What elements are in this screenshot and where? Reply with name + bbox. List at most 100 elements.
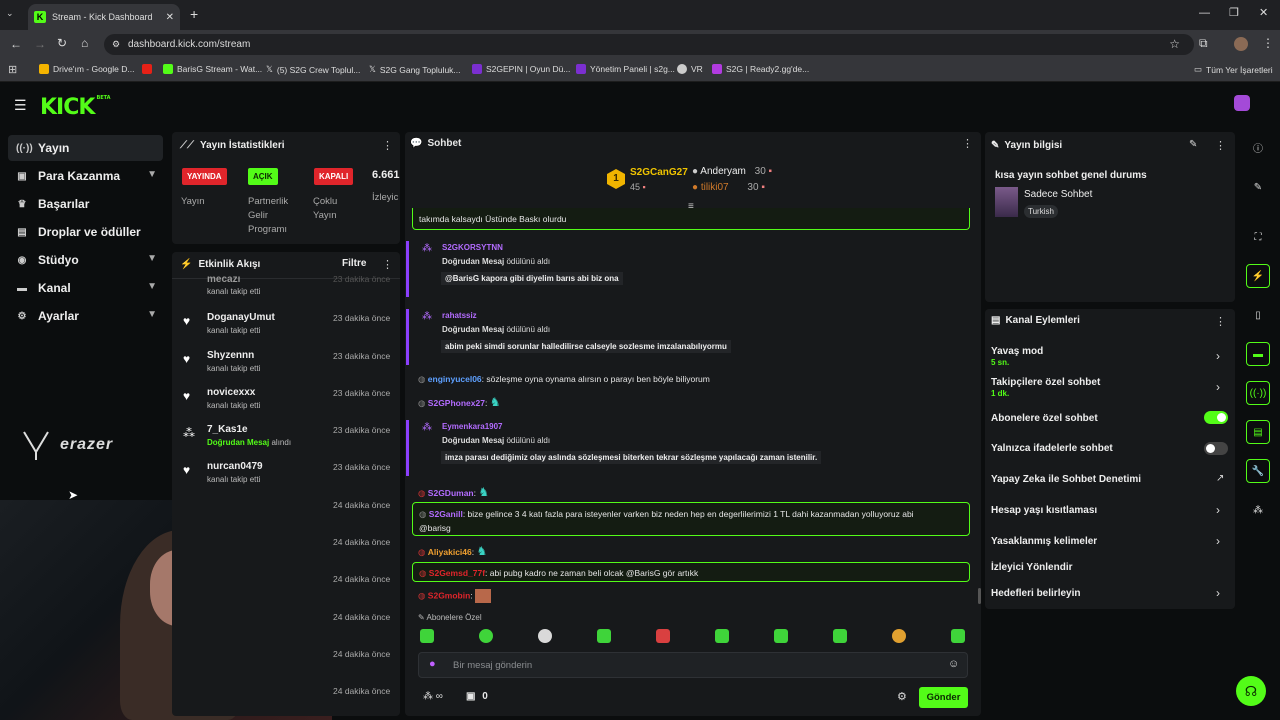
support-button[interactable]: ☊ bbox=[1236, 676, 1266, 706]
info-icon[interactable]: ⓘ bbox=[1246, 135, 1270, 159]
event-user[interactable]: nurcan0479 bbox=[207, 461, 263, 472]
event-user[interactable]: 7_Kas1e bbox=[207, 424, 248, 435]
sidebar-item-basarilar[interactable]: ♛ Başarılar bbox=[8, 191, 163, 217]
bookmark-item[interactable]: S2GEPIN | Oyun Dü... bbox=[472, 64, 570, 74]
action-followers-only[interactable]: Takipçilere özel sohbet 1 dk. bbox=[991, 377, 1100, 398]
emote-icon[interactable] bbox=[951, 629, 965, 643]
event-user[interactable]: novicexxx bbox=[207, 387, 255, 398]
bookmark-item[interactable]: 𝕏 (5) S2G Crew Toplul... bbox=[266, 64, 360, 75]
back-icon[interactable]: ← bbox=[10, 37, 22, 51]
maximize-icon[interactable]: ❐ bbox=[1229, 6, 1239, 19]
chat-rail-icon[interactable]: ▬ bbox=[1246, 342, 1270, 366]
emote-icon[interactable] bbox=[479, 629, 493, 643]
emote-icon[interactable] bbox=[420, 629, 434, 643]
emote-icon[interactable] bbox=[715, 629, 729, 643]
user-avatar[interactable] bbox=[1234, 95, 1250, 111]
reward-user[interactable]: Eymenkara1907 bbox=[442, 422, 503, 431]
reload-icon[interactable]: ↻ bbox=[57, 36, 67, 50]
bookmark-star-icon[interactable]: ☆ bbox=[1169, 34, 1180, 55]
wrench-icon[interactable]: 🔧 bbox=[1246, 459, 1270, 483]
emote-icon[interactable] bbox=[597, 629, 611, 643]
forward-icon[interactable]: → bbox=[34, 37, 46, 51]
chat-user[interactable]: S2Gmobin bbox=[428, 590, 471, 600]
chat-menu-icon[interactable]: ⋮ bbox=[962, 137, 973, 150]
document-icon[interactable]: ▯ bbox=[1246, 303, 1270, 327]
sidebar-item-droplar[interactable]: ▤ Droplar ve ödüller bbox=[8, 219, 163, 245]
emote-icon[interactable] bbox=[833, 629, 847, 643]
pencil-icon[interactable]: ✎ bbox=[1246, 175, 1270, 199]
lightning-icon[interactable]: ⚡ bbox=[1246, 264, 1270, 288]
action-goals[interactable]: Hedefleri belirleyin bbox=[991, 588, 1080, 599]
chat-user[interactable]: S2GDuman bbox=[428, 488, 474, 498]
channel-actions-menu-icon[interactable]: ⋮ bbox=[1215, 315, 1226, 328]
fullscreen-icon[interactable]: ⛶ bbox=[1246, 225, 1270, 249]
extensions-icon[interactable]: ⧉ bbox=[1199, 36, 1208, 51]
mic-icon[interactable]: ● bbox=[429, 658, 436, 670]
browser-tab[interactable]: K Stream - Kick Dashboard ✕ bbox=[28, 4, 180, 30]
stats-rail-icon[interactable]: ▤ bbox=[1246, 420, 1270, 444]
action-ai-moderation[interactable]: Yapay Zeka ile Sohbet Denetimi bbox=[991, 474, 1141, 485]
hamburger-menu-icon[interactable]: ☰ bbox=[14, 97, 27, 114]
chevron-right-icon[interactable]: › bbox=[1216, 349, 1220, 363]
sidebar-item-yayin[interactable]: ((·)) Yayın bbox=[8, 135, 163, 161]
activity-menu-icon[interactable]: ⋮ bbox=[382, 258, 393, 271]
reward-user[interactable]: S2GKORSYTNN bbox=[442, 243, 503, 252]
profile-avatar[interactable] bbox=[1234, 37, 1248, 51]
chevron-right-icon[interactable]: › bbox=[1216, 534, 1220, 548]
bookmark-item[interactable]: VR bbox=[677, 64, 703, 74]
minimize-icon[interactable]: — bbox=[1199, 7, 1210, 19]
top-gifter-3[interactable]: ● tiliki07 30 ▪ bbox=[692, 182, 765, 193]
event-user[interactable]: Shyzennn bbox=[207, 350, 254, 361]
emote-icon[interactable] bbox=[656, 629, 670, 643]
emote-icon[interactable] bbox=[892, 629, 906, 643]
browser-menu-icon[interactable]: ⋮ bbox=[1262, 36, 1274, 50]
rewards-rail-icon[interactable]: ⁂ bbox=[1246, 498, 1270, 522]
close-window-icon[interactable]: ✕ bbox=[1259, 6, 1268, 19]
tab-search-icon[interactable]: ⌄ bbox=[6, 8, 14, 19]
chat-user[interactable]: Aliyakici46 bbox=[428, 547, 472, 557]
action-banned-words[interactable]: Yasaklanmış kelimeler bbox=[991, 536, 1097, 547]
chat-user[interactable]: S2Ganill bbox=[429, 509, 463, 519]
reward-user[interactable]: rahatssiz bbox=[442, 311, 477, 320]
emote-icon[interactable] bbox=[774, 629, 788, 643]
bookmark-item[interactable] bbox=[142, 64, 156, 74]
url-input[interactable]: ⚙ dashboard.kick.com/stream ☆ bbox=[104, 34, 1194, 55]
chat-user[interactable]: enginyucel06 bbox=[428, 374, 482, 384]
sidebar-item-ayarlar[interactable]: ⚙ Ayarlar ▼ bbox=[8, 303, 163, 329]
chevron-right-icon[interactable]: › bbox=[1216, 503, 1220, 517]
top-gifter-2[interactable]: ● Anderyam 30 ▪ bbox=[692, 166, 772, 177]
top-gifter-1[interactable]: S2GCanG27 bbox=[630, 167, 688, 178]
sidebar-item-para-kazanma[interactable]: ▣ Para Kazanma ▼ bbox=[8, 163, 163, 189]
subscribers-only-toggle[interactable] bbox=[1204, 411, 1228, 424]
close-tab-icon[interactable]: ✕ bbox=[166, 12, 174, 23]
action-account-age[interactable]: Hesap yaşı kısıtlaması bbox=[991, 505, 1097, 516]
stream-info-menu-icon[interactable]: ⋮ bbox=[1215, 139, 1226, 152]
bookmark-item[interactable]: 𝕏 S2G Gang Topluluk... bbox=[369, 64, 461, 75]
stats-menu-icon[interactable]: ⋮ bbox=[382, 139, 393, 152]
chat-user[interactable]: S2GPhonex27 bbox=[428, 398, 485, 408]
bookmark-item[interactable]: Drive'ım - Google D... bbox=[39, 64, 134, 74]
channel-points-icon[interactable]: ⁂ ∞ bbox=[423, 691, 443, 702]
send-button[interactable]: Gönder bbox=[919, 687, 968, 708]
emote-icon[interactable] bbox=[538, 629, 552, 643]
event-user[interactable]: mecazi bbox=[207, 276, 240, 285]
apps-icon[interactable]: ⊞ bbox=[8, 63, 17, 76]
event-user[interactable]: DoganayUmut bbox=[207, 312, 275, 323]
bookmark-item[interactable]: Yönetim Paneli | s2g... bbox=[576, 64, 675, 74]
action-slow-mode[interactable]: Yavaş mod 5 sn. bbox=[991, 346, 1043, 367]
category-name[interactable]: Sadece Sohbet bbox=[1024, 189, 1092, 200]
chat-settings-icon[interactable]: ⚙ bbox=[897, 690, 907, 703]
chat-scrollbar[interactable] bbox=[978, 588, 981, 604]
edit-stream-info-icon[interactable]: ✎ bbox=[1189, 139, 1197, 150]
kick-logo[interactable]: KICK BETA bbox=[40, 95, 111, 120]
sidebar-item-studyo[interactable]: ◉ Stüdyo ▼ bbox=[8, 247, 163, 273]
bookmark-item[interactable]: S2G | Ready2.gg'de... bbox=[712, 64, 809, 74]
home-icon[interactable]: ⌂ bbox=[81, 36, 88, 50]
broadcast-rail-icon[interactable]: ((·)) bbox=[1246, 381, 1270, 405]
new-tab-icon[interactable]: + bbox=[190, 6, 198, 22]
bookmark-item[interactable]: BarisG Stream - Wat... bbox=[163, 64, 262, 74]
chat-user[interactable]: S2Gemsd_77f bbox=[429, 568, 485, 578]
all-bookmarks[interactable]: ▭ Tüm Yer İşaretleri bbox=[1194, 64, 1273, 75]
emote-only-toggle[interactable] bbox=[1204, 442, 1228, 455]
chevron-right-icon[interactable]: › bbox=[1216, 586, 1220, 600]
